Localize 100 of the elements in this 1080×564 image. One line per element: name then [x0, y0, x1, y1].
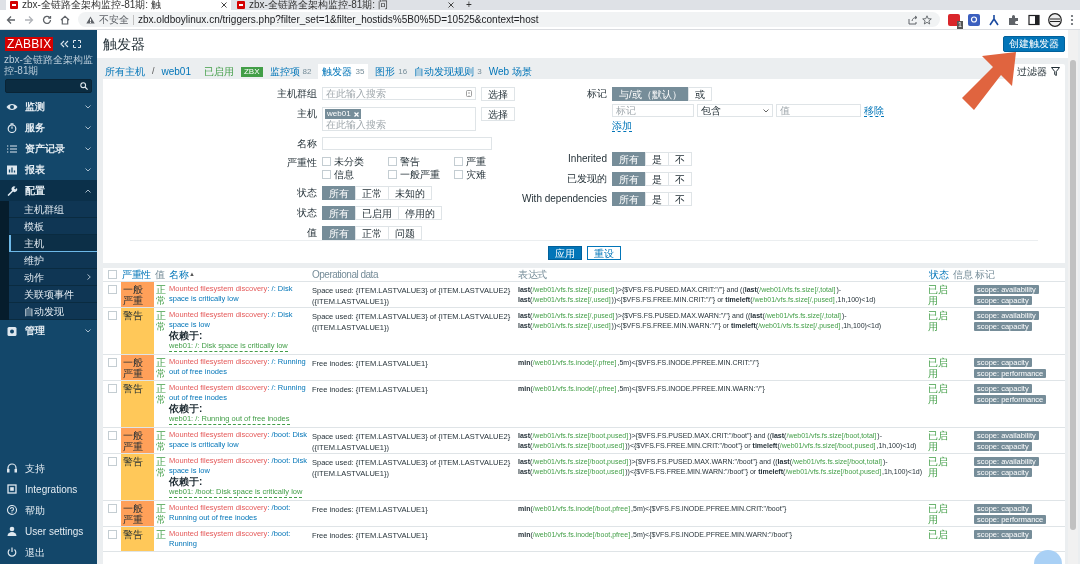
fork-icon[interactable]: [988, 13, 1000, 26]
severity-checkbox[interactable]: 灾难: [454, 169, 514, 180]
toggle-option[interactable]: 所有: [322, 206, 356, 220]
toggle-option[interactable]: 所有: [322, 186, 356, 200]
browser-tab[interactable]: zbx-全链路全架构监控-81期: 触: [6, 0, 231, 10]
remove-link[interactable]: 移除: [864, 104, 884, 117]
host-chip[interactable]: web01: [325, 109, 361, 119]
name-field[interactable]: [322, 137, 492, 150]
submenu-item[interactable]: 主机群组: [9, 201, 97, 218]
select-button[interactable]: 选择: [481, 107, 515, 121]
search-field[interactable]: [5, 79, 92, 93]
toggle-option[interactable]: 不: [668, 172, 692, 186]
breadcrumb-link[interactable]: web01: [161, 64, 191, 79]
toggle-option[interactable]: 与/或（默认）: [612, 87, 689, 101]
toggle-option[interactable]: 或: [687, 87, 712, 101]
expand-icon[interactable]: [73, 40, 82, 48]
host-field[interactable]: web01 在此输入搜索: [322, 107, 476, 131]
submenu-item[interactable]: 关联项事件: [9, 286, 97, 303]
nav-tab[interactable]: 图形 16: [375, 64, 408, 79]
toggle-option[interactable]: 不: [668, 192, 692, 206]
status-link[interactable]: 已启用: [928, 503, 949, 525]
toggle-option[interactable]: 是: [645, 172, 669, 186]
share-icon[interactable]: [908, 14, 918, 25]
status-link[interactable]: 已启用: [928, 430, 949, 452]
row-checkbox[interactable]: [107, 504, 117, 513]
menu-item[interactable]: 退出: [0, 542, 97, 563]
severity-checkbox[interactable]: 警告: [388, 156, 454, 167]
nav-tab[interactable]: 监控项 82: [269, 64, 312, 79]
address-bar[interactable]: 不安全 zbx.oldboylinux.cn/triggers.php?filter_set=1&filter_hostids%5B0%5D=10525&context=host: [78, 12, 940, 27]
severity-checkbox[interactable]: 严重: [454, 156, 514, 167]
submenu-item[interactable]: 动作: [9, 269, 97, 286]
puzzle-icon[interactable]: [1008, 13, 1020, 26]
row-checkbox[interactable]: [107, 530, 117, 539]
add-link[interactable]: 添加: [612, 120, 632, 132]
select-all-checkbox[interactable]: [107, 270, 117, 279]
toggle-option[interactable]: 所有: [612, 192, 646, 206]
column-header[interactable]: 名称: [169, 269, 188, 280]
more-icon[interactable]: [1070, 13, 1074, 26]
nav-tab[interactable]: 触发器 35: [318, 64, 369, 79]
scrollbar[interactable]: [1068, 30, 1078, 564]
toggle-option[interactable]: 所有: [322, 226, 356, 240]
breadcrumb-link[interactable]: 所有主机: [105, 64, 145, 79]
status-link[interactable]: 已启用: [928, 383, 949, 405]
status-link[interactable]: 已启: [928, 529, 949, 540]
star-icon[interactable]: [922, 14, 932, 25]
search-extension-icon[interactable]: [968, 13, 980, 26]
severity-checkbox[interactable]: 一般严重: [388, 169, 454, 180]
severity-checkbox[interactable]: 未分类: [322, 156, 388, 167]
menu-item[interactable]: 配置: [0, 180, 97, 201]
row-checkbox[interactable]: [107, 358, 117, 367]
nav-tab[interactable]: 自动发现规则 3: [414, 64, 482, 79]
row-checkbox[interactable]: [107, 311, 117, 320]
avatar-icon[interactable]: [1048, 12, 1062, 27]
reset-button[interactable]: 重设: [586, 246, 621, 260]
status-link[interactable]: 已启用: [928, 284, 949, 306]
submenu-item[interactable]: 模板: [9, 218, 97, 235]
status-link[interactable]: 已启用: [928, 357, 949, 379]
menu-item[interactable]: 帮助: [0, 500, 97, 521]
collapse-icon[interactable]: [60, 40, 70, 48]
toggle-option[interactable]: 所有: [612, 152, 646, 166]
menu-item[interactable]: 资产记录: [0, 138, 97, 159]
operator-dropdown[interactable]: 包含: [697, 104, 773, 117]
create-trigger-button[interactable]: 创建触发器: [1003, 36, 1065, 52]
select-button[interactable]: 选择: [481, 87, 515, 101]
submenu-item[interactable]: 维护: [9, 252, 97, 269]
row-checkbox[interactable]: [107, 285, 117, 294]
column-header[interactable]: 严重性: [122, 269, 151, 280]
menu-item[interactable]: 服务: [0, 117, 97, 138]
reload-icon[interactable]: [42, 14, 52, 25]
apply-button[interactable]: 应用: [547, 246, 582, 260]
close-icon[interactable]: [221, 2, 227, 8]
toggle-option[interactable]: 所有: [612, 172, 646, 186]
status-link[interactable]: 已启用: [928, 310, 949, 332]
toggle-option[interactable]: 未知的: [388, 186, 432, 200]
row-checkbox[interactable]: [107, 431, 117, 440]
toggle-option[interactable]: 停用的: [398, 206, 442, 220]
menu-item[interactable]: Integrations: [0, 479, 97, 500]
toggle-option[interactable]: 是: [645, 152, 669, 166]
status-link[interactable]: 已启用: [928, 456, 949, 478]
toggle-option[interactable]: 正常: [355, 226, 389, 240]
toggle-option[interactable]: 不: [668, 152, 692, 166]
menu-item[interactable]: 报表: [0, 159, 97, 180]
row-checkbox[interactable]: [107, 384, 117, 393]
toggle-option[interactable]: 已启用: [355, 206, 399, 220]
menu-item[interactable]: User settings: [0, 521, 97, 542]
row-checkbox[interactable]: [107, 457, 117, 466]
home-icon[interactable]: [60, 14, 70, 25]
menu-item[interactable]: 管理: [0, 320, 97, 341]
nav-tab[interactable]: Web 场景: [488, 64, 532, 79]
filter-tab[interactable]: 过滤器: [1012, 64, 1065, 79]
toggle-option[interactable]: 正常: [355, 186, 389, 200]
new-tab-button[interactable]: +: [460, 0, 478, 10]
severity-checkbox[interactable]: 信息: [322, 169, 388, 180]
submenu-item[interactable]: 自动发现: [9, 303, 97, 320]
column-header[interactable]: 状态: [929, 269, 948, 280]
close-icon[interactable]: [448, 2, 454, 8]
submenu-item[interactable]: 主机: [9, 235, 97, 252]
back-icon[interactable]: [6, 14, 16, 25]
toggle-option[interactable]: 问题: [388, 226, 422, 240]
side-panel-icon[interactable]: [1028, 13, 1040, 26]
